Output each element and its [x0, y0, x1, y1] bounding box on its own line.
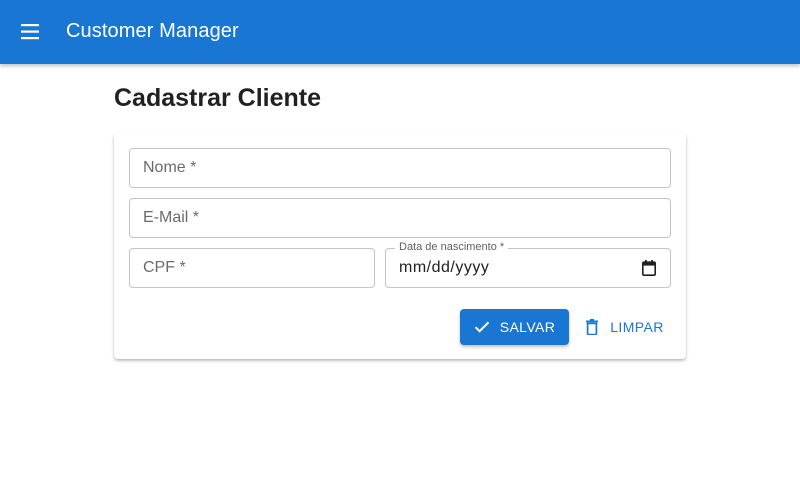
clear-button[interactable]: LIMPAR [581, 309, 669, 345]
clear-button-label: LIMPAR [610, 319, 664, 335]
cpf-input[interactable] [130, 249, 374, 287]
customer-form-card: Data de nascimento * mm/dd/yyyy SALVAR L… [114, 133, 686, 359]
nome-field [129, 148, 671, 188]
birthdate-input[interactable]: mm/dd/yyyy [399, 259, 489, 277]
check-icon [474, 321, 489, 333]
save-button-label: SALVAR [499, 319, 556, 335]
app-bar: Customer Manager [0, 0, 800, 64]
menu-icon[interactable] [19, 22, 41, 42]
page-title: Cadastrar Cliente [114, 84, 322, 112]
email-input[interactable] [130, 199, 670, 237]
email-field [129, 198, 671, 238]
cpf-field [129, 248, 375, 288]
birthdate-field[interactable]: Data de nascimento * mm/dd/yyyy [385, 241, 671, 288]
save-button[interactable]: SALVAR [460, 309, 569, 345]
birthdate-label: Data de nascimento * [395, 241, 509, 253]
calendar-icon[interactable] [642, 260, 656, 281]
trash-icon [586, 319, 599, 335]
nome-input[interactable] [130, 149, 670, 187]
app-title: Customer Manager [66, 20, 239, 42]
